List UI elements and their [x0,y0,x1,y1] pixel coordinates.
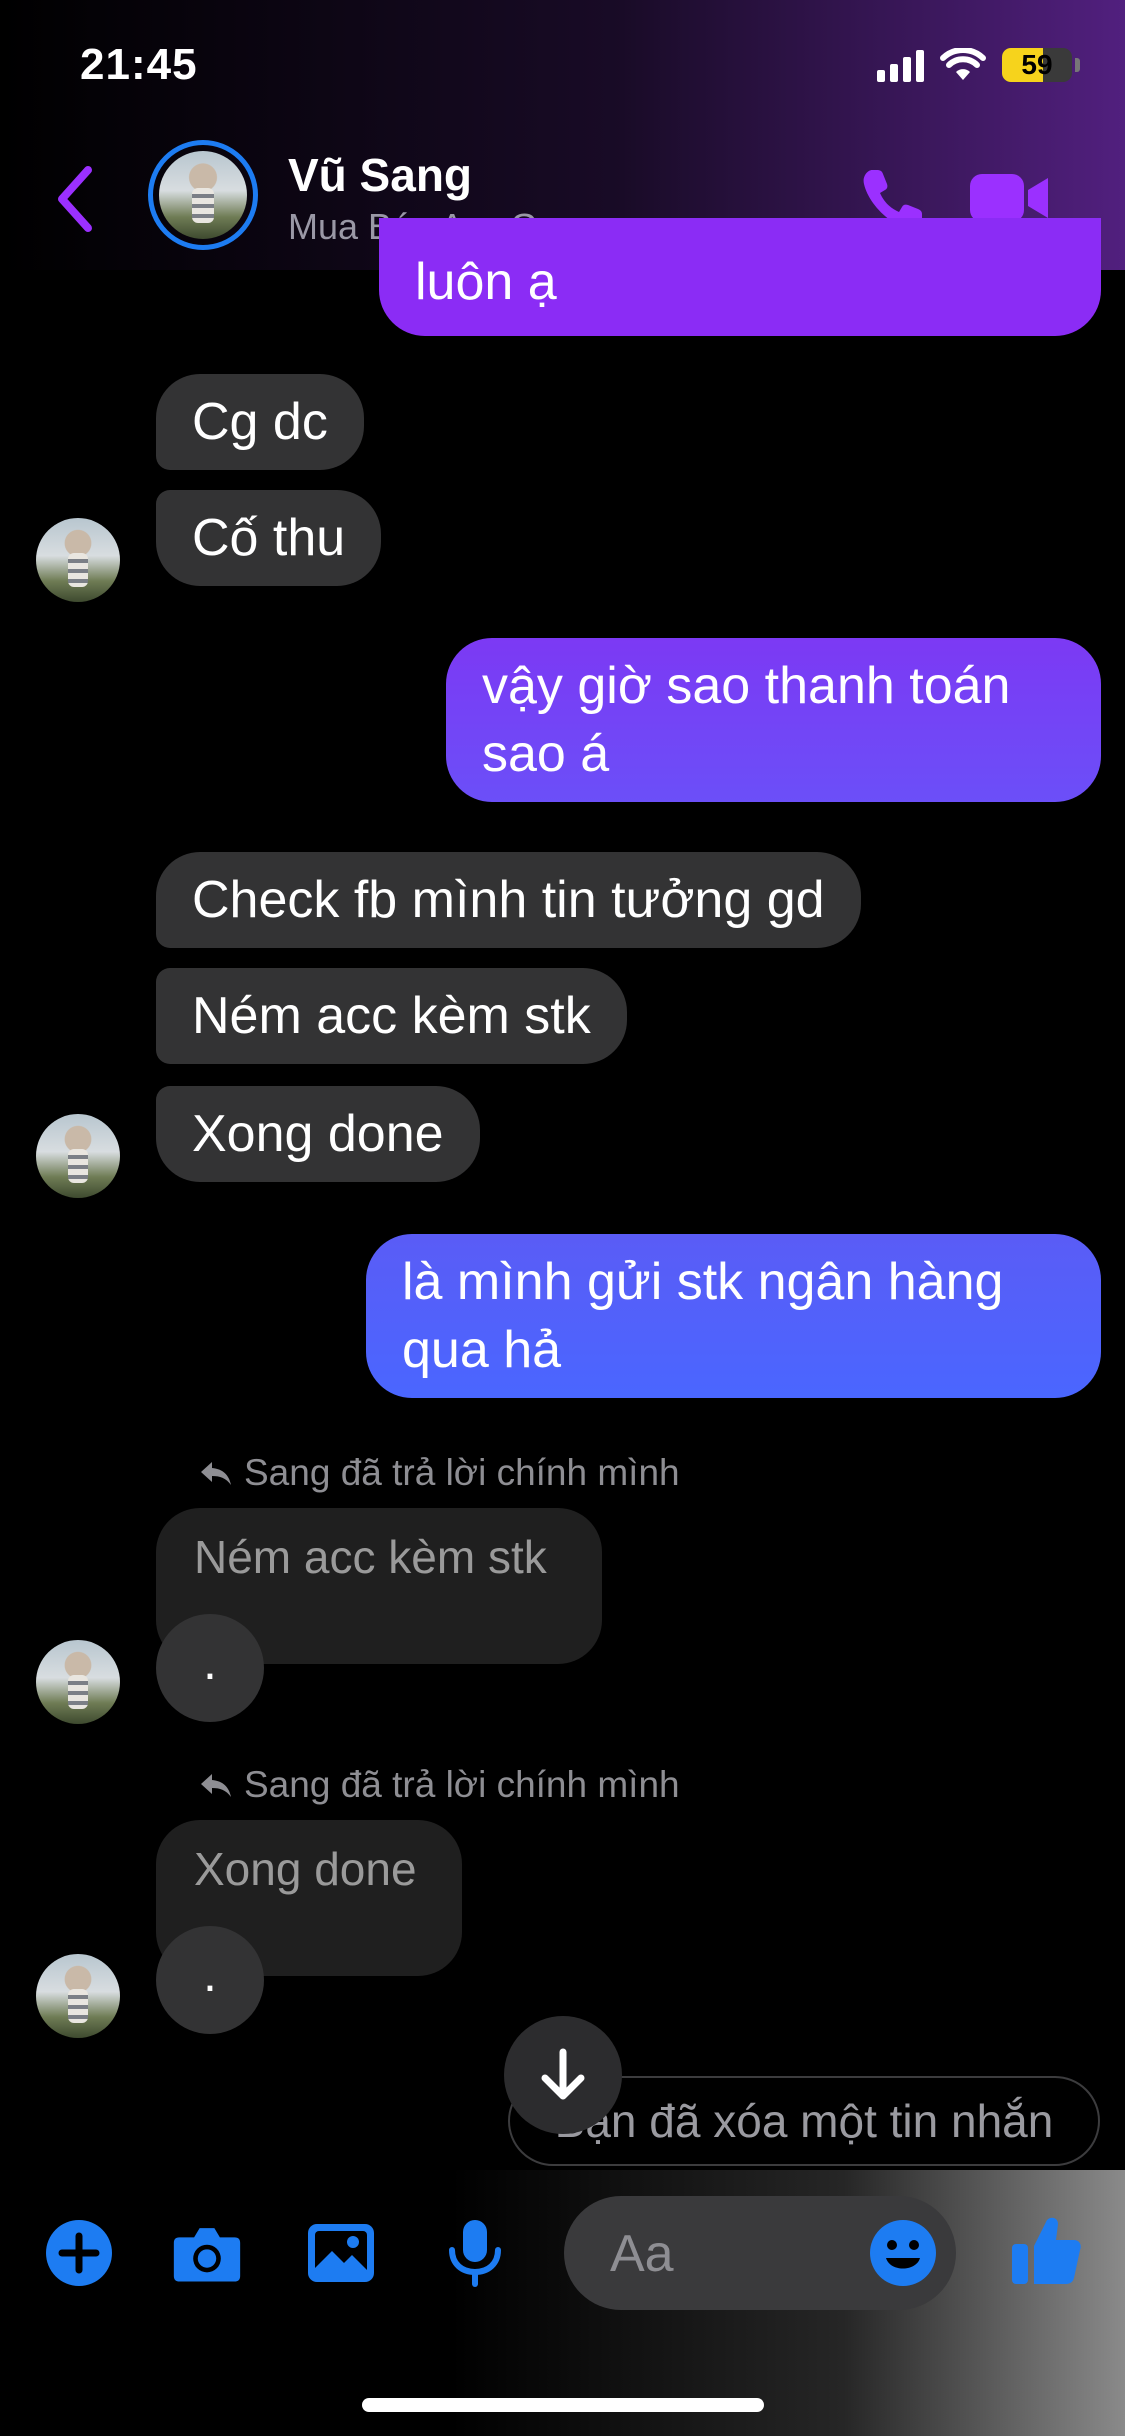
message-text: là mình gửi stk ngân hàng qua hả [402,1253,1004,1379]
home-indicator[interactable] [362,2398,764,2412]
status-icons: 59 [877,48,1080,82]
sender-avatar[interactable] [36,518,120,602]
scroll-to-bottom-button[interactable] [504,2016,622,2134]
reply-note: Sang đã trả lời chính mình [198,1764,680,1806]
message-incoming[interactable]: Cg dc [156,374,364,470]
wifi-icon [940,48,986,80]
reply-note: Sang đã trả lời chính mình [198,1452,680,1494]
arrow-down-icon [541,2048,585,2100]
reply-note-text: Sang đã trả lời chính mình [244,1764,680,1805]
composer-bar [0,2170,1125,2436]
plus-icon[interactable] [44,2218,114,2288]
message-incoming[interactable]: . [156,1926,264,2034]
mic-icon[interactable] [440,2218,510,2288]
message-incoming[interactable]: Ném acc kèm stk [156,968,627,1064]
message-outgoing[interactable]: vậy giờ sao thanh toán sao á [446,638,1101,802]
battery-cap [1075,58,1080,72]
emoji-icon[interactable] [868,2218,938,2288]
reply-arrow-icon [201,1774,231,1797]
message-input[interactable] [608,2218,872,2290]
message-incoming[interactable]: Cố thu [156,490,382,586]
message-text: Check fb mình tin tưởng gd [192,871,825,929]
message-text: . [203,1946,217,2002]
reply-arrow-icon [201,1462,231,1485]
header-overlay [0,140,1125,264]
message-text: Cố thu [192,509,346,567]
thumbs-up-icon[interactable] [1010,2212,1082,2286]
message-text: . [203,1634,217,1690]
message-incoming[interactable]: . [156,1614,264,1722]
camera-icon[interactable] [172,2218,242,2288]
message-text: vậy giờ sao thanh toán sao á [482,657,1011,783]
reply-quote-text: Ném acc kèm stk [194,1531,547,1583]
status-time: 21:45 [80,40,198,89]
image-icon[interactable] [306,2218,376,2288]
sender-avatar[interactable] [36,1114,120,1198]
message-outgoing[interactable]: là mình gửi stk ngân hàng qua hả [366,1234,1101,1398]
deleted-message-text: Bạn đã xóa một tin nhắn [554,2095,1054,2147]
sender-avatar[interactable] [36,1954,120,2038]
message-text: Ném acc kèm stk [192,987,591,1045]
sender-avatar[interactable] [36,1640,120,1724]
message-incoming[interactable]: Xong done [156,1086,480,1182]
message-composer[interactable] [564,2196,956,2310]
signal-icon [877,48,924,82]
message-text: Cg dc [192,393,328,451]
battery-percent: 59 [1021,49,1053,80]
reply-quote-text: Xong done [194,1843,417,1895]
message-incoming[interactable]: Check fb mình tin tưởng gd [156,852,861,948]
reply-note-text: Sang đã trả lời chính mình [244,1452,680,1493]
message-text: Xong done [192,1105,444,1163]
battery-icon: 59 [1002,48,1072,82]
